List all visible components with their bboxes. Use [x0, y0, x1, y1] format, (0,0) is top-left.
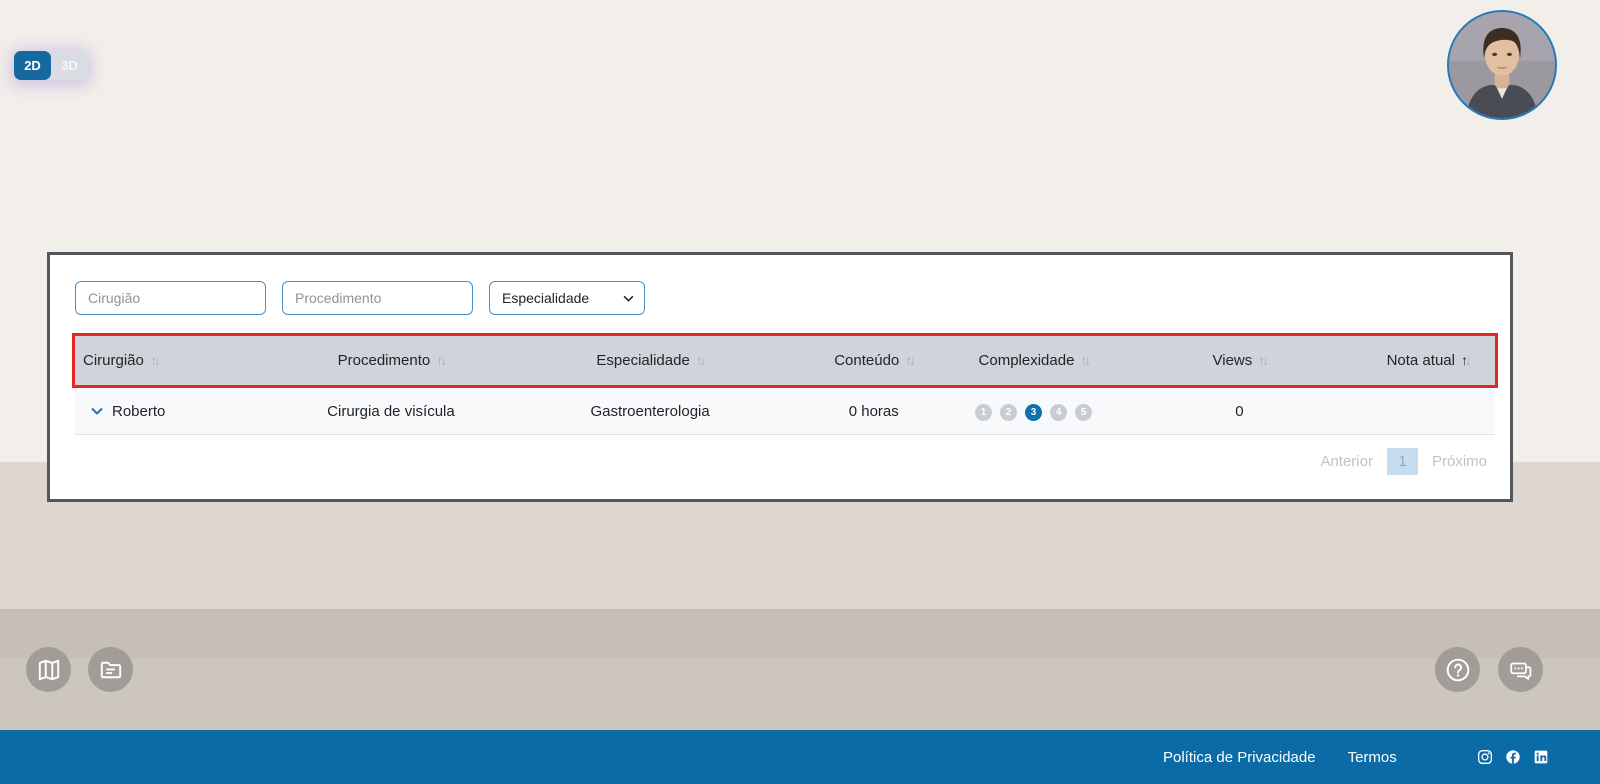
- cell-cirurgiao: Roberto: [75, 403, 274, 420]
- toggle-2d-button[interactable]: 2D: [14, 51, 51, 80]
- header-cirurgiao[interactable]: Cirurgião: [75, 352, 274, 369]
- sort-icon[interactable]: [1258, 352, 1266, 368]
- cell-procedimento: Cirurgia de visícula: [327, 402, 455, 420]
- procedimento-filter-input[interactable]: [282, 281, 473, 315]
- help-icon: [1446, 658, 1469, 681]
- header-especialidade[interactable]: Especialidade: [508, 352, 792, 369]
- toggle-3d-button[interactable]: 3D: [51, 51, 88, 80]
- sort-icon-active[interactable]: [1461, 352, 1469, 368]
- complexity-badge: 1: [974, 403, 992, 421]
- map-icon: [38, 659, 59, 680]
- chevron-down-icon: [623, 295, 634, 302]
- footer-bar: Política de Privacidade Termos: [0, 730, 1600, 784]
- cell-complexidade: 1 2 3 4 5: [955, 402, 1111, 421]
- linkedin-icon[interactable]: [1533, 749, 1549, 765]
- documents-button[interactable]: [88, 647, 133, 692]
- especialidade-select[interactable]: Especialidade: [489, 281, 645, 315]
- facebook-icon[interactable]: [1505, 749, 1521, 765]
- filter-bar: Especialidade: [75, 281, 645, 315]
- sort-icon[interactable]: [436, 352, 444, 368]
- header-conteudo[interactable]: Conteúdo: [792, 352, 955, 369]
- social-links: [1477, 749, 1549, 765]
- cell-conteudo: 0 horas: [848, 402, 899, 420]
- complexity-badge: 2: [999, 403, 1017, 421]
- terms-link[interactable]: Termos: [1348, 749, 1397, 766]
- table-header-row: Cirurgião Procedimento Especialidade Con…: [75, 336, 1495, 385]
- pagination-next[interactable]: Próximo: [1432, 453, 1487, 470]
- especialidade-select-value: Especialidade: [502, 290, 590, 306]
- complexity-badge: 5: [1074, 403, 1092, 421]
- user-avatar[interactable]: [1447, 10, 1557, 120]
- chat-icon: [1509, 662, 1531, 680]
- instagram-icon[interactable]: [1477, 749, 1493, 765]
- complexity-badge: 3: [1024, 403, 1042, 421]
- highlight-annotation-box: Cirurgião Procedimento Especialidade Con…: [72, 333, 1498, 388]
- folder-icon: [100, 661, 121, 678]
- avatar-portrait-image: [1449, 12, 1555, 118]
- cirugiao-filter-input[interactable]: [75, 281, 266, 315]
- pagination-previous[interactable]: Anterior: [1320, 453, 1373, 470]
- cell-especialidade: Gastroenterologia: [590, 402, 710, 420]
- header-nota-atual[interactable]: Nota atual: [1367, 352, 1495, 369]
- privacy-policy-link[interactable]: Política de Privacidade: [1163, 749, 1316, 766]
- expand-row-chevron-icon[interactable]: [91, 407, 103, 415]
- map-button[interactable]: [26, 647, 71, 692]
- chat-button[interactable]: [1498, 647, 1543, 692]
- sort-icon[interactable]: [696, 352, 704, 368]
- background-bottom: [0, 658, 1600, 730]
- complexity-badge: 4: [1049, 403, 1067, 421]
- table-row[interactable]: Roberto Cirurgia de visícula Gastroenter…: [75, 388, 1495, 435]
- header-complexidade[interactable]: Complexidade: [955, 352, 1111, 369]
- sort-icon[interactable]: [905, 352, 913, 368]
- sort-icon[interactable]: [150, 352, 158, 368]
- cell-views: 0: [1235, 402, 1244, 420]
- surgeries-panel: Especialidade Cirurgião Procedimento Esp…: [47, 252, 1513, 502]
- pagination: Anterior 1 Próximo: [1320, 448, 1487, 475]
- header-procedimento[interactable]: Procedimento: [274, 352, 508, 369]
- view-mode-toggle: 2D 3D: [14, 51, 88, 80]
- background-lower: [0, 609, 1600, 658]
- help-button[interactable]: [1435, 647, 1480, 692]
- complexity-badges: 1 2 3 4 5: [974, 403, 1092, 421]
- pagination-page-1[interactable]: 1: [1386, 448, 1418, 475]
- header-views[interactable]: Views: [1112, 352, 1368, 369]
- sort-icon[interactable]: [1080, 352, 1088, 368]
